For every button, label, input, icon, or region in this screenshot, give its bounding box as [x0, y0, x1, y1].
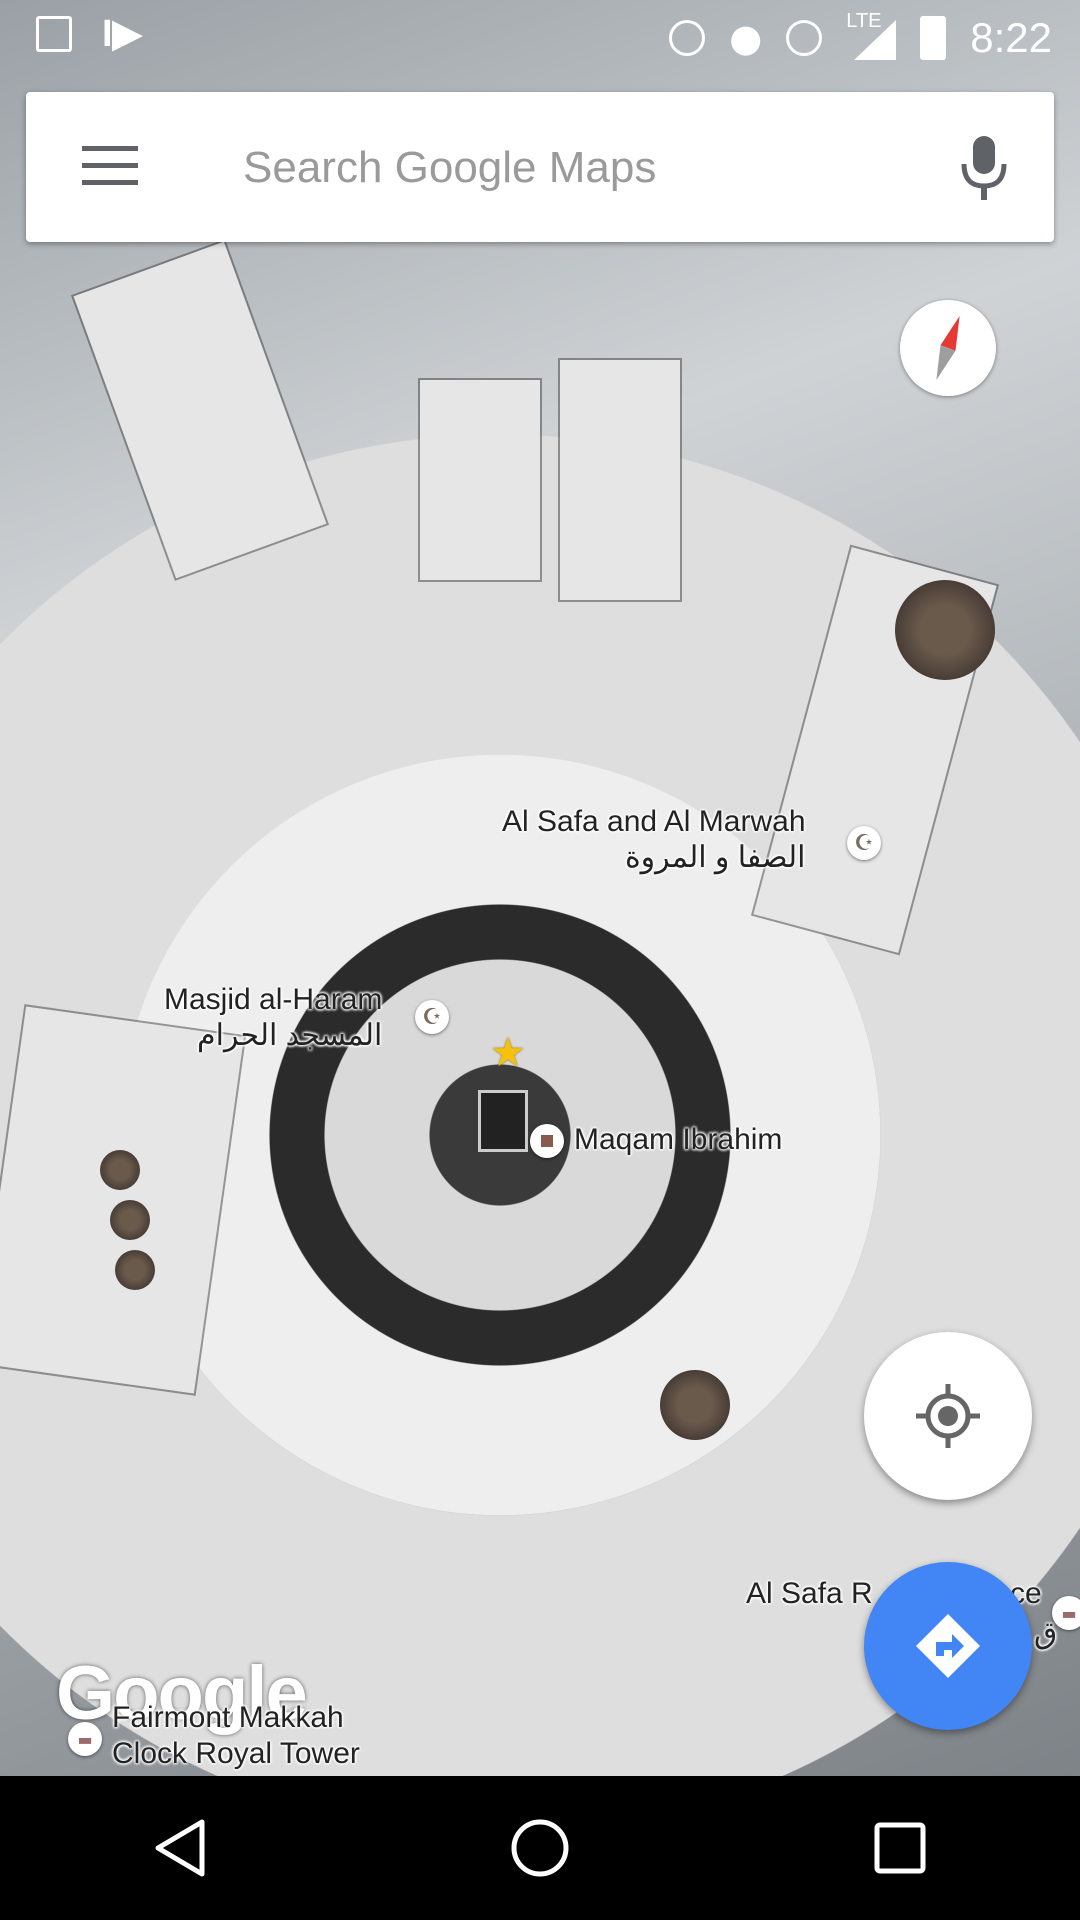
landmark-icon[interactable]	[530, 1124, 564, 1158]
signal-icon: LTE	[846, 10, 897, 60]
mosque-icon[interactable]	[847, 826, 881, 860]
starred-place-icon[interactable]: ★	[490, 1030, 526, 1076]
mic-icon[interactable]	[956, 132, 1012, 204]
recents-icon	[874, 1822, 926, 1874]
back-icon	[155, 1819, 205, 1877]
map-dome	[115, 1250, 155, 1290]
back-button[interactable]	[120, 1798, 240, 1898]
map-building	[420, 380, 540, 580]
app-icon: I▶	[102, 13, 142, 55]
map-building	[560, 360, 680, 600]
image-icon	[36, 16, 72, 52]
map-dome	[100, 1150, 140, 1190]
my-location-icon	[916, 1384, 980, 1448]
search-bar[interactable]	[26, 92, 1054, 242]
directions-button[interactable]	[864, 1562, 1032, 1730]
place-name-arabic: المسجد الحرام	[197, 1019, 383, 1052]
recents-button[interactable]	[840, 1798, 960, 1898]
place-name-line1: Fairmont Makkah	[112, 1701, 344, 1734]
map-dome	[660, 1370, 730, 1440]
place-name: Al Safa R	[746, 1577, 873, 1610]
place-name: Maqam Ibrahim	[574, 1123, 783, 1156]
hotel-icon[interactable]	[1052, 1596, 1080, 1630]
place-label-masjid-al-haram[interactable]: Masjid al-Haram المسجد الحرام	[164, 982, 382, 1054]
battery-icon	[920, 16, 947, 60]
place-name: Al Safa and Al Marwah	[502, 805, 806, 838]
status-time: 8:22	[970, 14, 1052, 61]
map-dome	[110, 1200, 150, 1240]
map-dome	[895, 580, 995, 680]
place-name: Masjid al-Haram	[164, 983, 383, 1016]
home-button[interactable]	[480, 1798, 600, 1898]
hotspot-icon	[669, 20, 706, 56]
map-satellite-view[interactable]: Al Safa and Al Marwah الصفا و المروة Mas…	[0, 0, 1080, 1776]
place-label-al-safa-marwah[interactable]: Al Safa and Al Marwah الصفا و المروة	[502, 804, 806, 876]
place-name-arabic: الصفا و المروة	[624, 841, 806, 874]
map-building	[0, 1006, 244, 1394]
place-label-al-safa-royal-palace[interactable]: Al Safa R	[746, 1576, 873, 1612]
home-icon	[511, 1819, 569, 1877]
place-label-maqam-ibrahim[interactable]: Maqam Ibrahim	[574, 1122, 782, 1158]
place-label-fairmont[interactable]: Fairmont Makkah Clock Royal Tower	[112, 1700, 360, 1772]
alarm-icon	[786, 20, 823, 56]
hotel-icon[interactable]	[68, 1722, 102, 1756]
map-building	[73, 241, 327, 579]
navigation-bar	[0, 1776, 1080, 1920]
place-name-line2: Clock Royal Tower	[112, 1737, 360, 1770]
mosque-icon[interactable]	[415, 1000, 449, 1034]
search-input[interactable]	[241, 137, 935, 199]
my-location-button[interactable]	[864, 1332, 1032, 1500]
kaaba	[478, 1090, 528, 1152]
menu-icon[interactable]	[82, 146, 138, 186]
status-bar: I▶ ● LTE 8:22	[0, 0, 1080, 75]
directions-icon	[916, 1614, 980, 1678]
location-icon: ●	[729, 16, 763, 60]
compass-icon[interactable]	[900, 300, 996, 396]
